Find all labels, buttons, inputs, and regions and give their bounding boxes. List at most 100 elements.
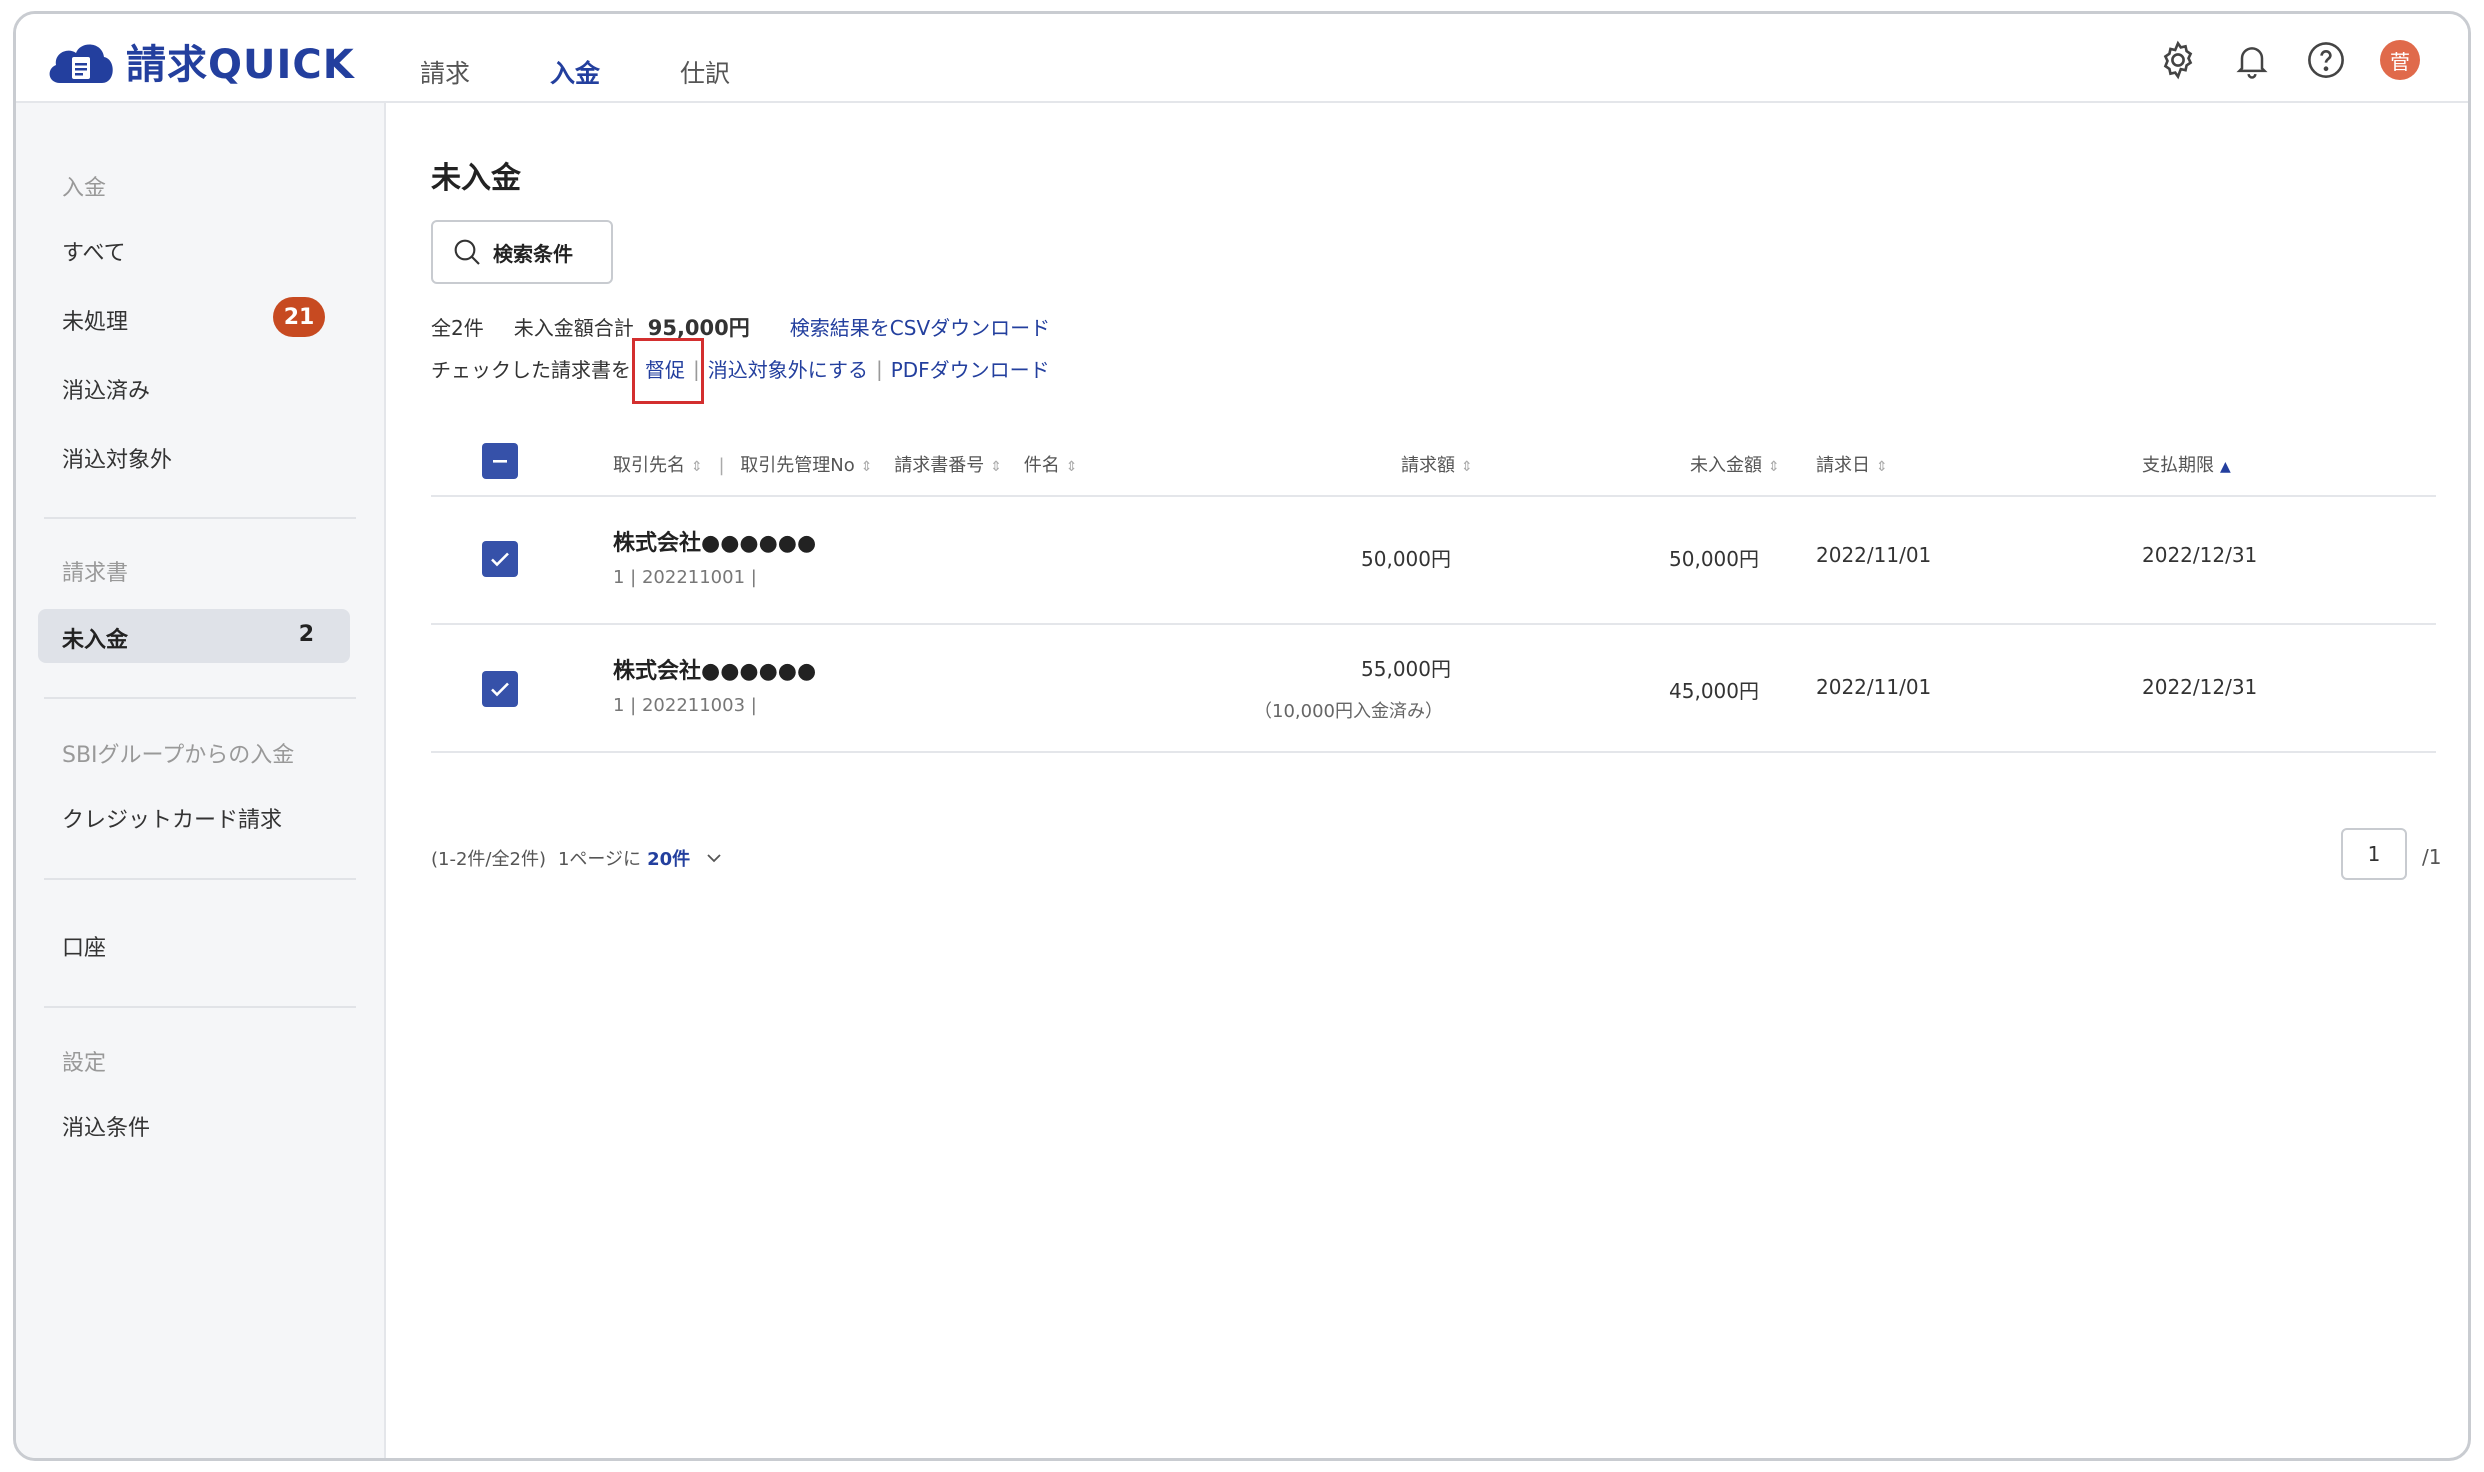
column-header-client-no[interactable]: 取引先管理No [740, 455, 854, 476]
invoice-amount: 50,000円 [1361, 547, 1451, 571]
row-checkbox[interactable] [482, 541, 518, 577]
nav-tab-payment[interactable]: 入金 [550, 54, 600, 100]
sidebar-divider [44, 697, 356, 699]
search-conditions-button[interactable]: 検索条件 [431, 220, 613, 284]
page-number-input[interactable]: 1 [2341, 828, 2407, 880]
main-content: 未入金 検索条件 全2件 未入金額合計 95,000円 検索結果をCSVダウンロ… [386, 103, 2468, 1458]
sort-icon[interactable]: ⇕ [1066, 459, 1078, 475]
search-conditions-label: 検索条件 [493, 241, 573, 266]
column-header-date[interactable]: 請求日 [1816, 455, 1870, 476]
gear-icon [2163, 40, 2193, 80]
sort-icon[interactable]: ⇕ [990, 459, 1002, 475]
table-row[interactable]: 株式会社●●●●●● 1 | 202211001 | 50,000円 50,00… [431, 497, 2436, 625]
per-page-select[interactable]: 20件 [647, 845, 690, 871]
sort-asc-icon[interactable]: ▲ [2220, 459, 2231, 475]
column-header-amount-wrap: 請求額 ⇕ [1401, 451, 1473, 477]
sidebar-item-excluded[interactable]: 消込対象外 [62, 442, 172, 474]
sidebar-item-unpaid-count: 2 [298, 622, 314, 647]
invoice-date: 2022/11/01 [1816, 675, 1932, 699]
invoice-date: 2022/11/01 [1816, 543, 1932, 567]
sidebar-item-account[interactable]: 口座 [62, 930, 106, 962]
column-header-unpaid-wrap: 未入金額 ⇕ [1690, 451, 1780, 477]
sidebar-item-all[interactable]: すべて [62, 235, 126, 267]
sidebar-section-settings: 設定 [62, 1051, 107, 1076]
due-date: 2022/12/31 [2142, 675, 2258, 699]
select-all-checkbox[interactable] [482, 443, 518, 479]
nav-tab-journal[interactable]: 仕訳 [680, 54, 730, 100]
csv-download-link[interactable]: 検索結果をCSVダウンロード [790, 312, 1050, 341]
notification-button[interactable] [2226, 34, 2278, 86]
sort-icon[interactable]: ⇕ [691, 459, 703, 475]
sort-icon[interactable]: ⇕ [861, 459, 873, 475]
bell-icon [2236, 47, 2268, 79]
sidebar-section-invoice: 請求書 [62, 561, 129, 586]
settings-button[interactable] [2152, 34, 2204, 86]
action-separator: | [875, 356, 883, 381]
user-menu-button[interactable]: 菅 [2374, 34, 2426, 86]
sidebar-item-unpaid-label: 未入金 [62, 628, 129, 653]
sidebar-item-unprocessed[interactable]: 未処理 [62, 304, 128, 336]
check-icon [491, 552, 509, 567]
avatar: 菅 [2380, 40, 2420, 80]
column-header-client[interactable]: 取引先名 [613, 455, 685, 476]
column-header-group: 取引先名 ⇕ | 取引先管理No ⇕ 請求書番号 ⇕ 件名 ⇕ [613, 451, 1077, 477]
page-title: 未入金 [431, 161, 521, 196]
top-nav: 請求 入金 仕訳 [420, 54, 810, 100]
paid-note: （10,000円入金済み） [1254, 701, 1443, 722]
help-button[interactable] [2300, 34, 2352, 86]
row-checkbox[interactable] [482, 671, 518, 707]
client-name[interactable]: 株式会社●●●●●● [613, 525, 816, 557]
pdf-download-link[interactable]: PDFダウンロード [891, 354, 1050, 383]
sidebar-divider [44, 517, 356, 519]
header-separator: | [718, 455, 725, 476]
app-logo[interactable]: 請求QUICK [44, 32, 355, 90]
nav-tab-invoice[interactable]: 請求 [420, 54, 470, 100]
summary-line: 全2件 未入金額合計 95,000円 検索結果をCSVダウンロード [431, 312, 1050, 342]
column-header-amount[interactable]: 請求額 [1401, 455, 1455, 476]
unpaid-amount: 45,000円 [1669, 679, 1759, 703]
search-icon [454, 239, 480, 265]
app-name: 請求QUICK [126, 42, 355, 88]
unprocessed-count-badge: 21 [273, 297, 325, 337]
chevron-down-icon[interactable] [704, 848, 724, 868]
sidebar-section-payment: 入金 [62, 176, 107, 201]
column-header-subject[interactable]: 件名 [1024, 455, 1060, 476]
sidebar-section-sbi: SBIグループからの入金 [62, 743, 295, 768]
sidebar-divider [44, 878, 356, 880]
sidebar-item-credit-card[interactable]: クレジットカード請求 [62, 802, 282, 834]
header-icons: 菅 [2130, 34, 2426, 86]
sidebar-item-unpaid[interactable]: 未入金 2 [38, 609, 350, 663]
column-header-invoice-no[interactable]: 請求書番号 [894, 455, 984, 476]
unpaid-amount: 50,000円 [1669, 547, 1759, 571]
pagination-info: (1-2件/全2件) 1ページに 20件 [431, 845, 724, 871]
per-page-label: 1ページに [557, 849, 642, 870]
sidebar-divider [44, 1006, 356, 1008]
cloud-document-icon [49, 44, 113, 83]
bulk-actions: チェックした請求書を 督促 | 消込対象外にする | PDFダウンロード [431, 338, 1050, 404]
sort-icon[interactable]: ⇕ [1461, 459, 1473, 475]
result-range: (1-2件/全2件) [431, 849, 546, 870]
sort-icon[interactable]: ⇕ [1768, 459, 1780, 475]
column-header-unpaid[interactable]: 未入金額 [1690, 455, 1762, 476]
sidebar-item-reconciled[interactable]: 消込済み [62, 373, 150, 405]
sort-icon[interactable]: ⇕ [1876, 459, 1888, 475]
table-header: 取引先名 ⇕ | 取引先管理No ⇕ 請求書番号 ⇕ 件名 ⇕ 請求額 ⇕ 未入金額 ⇕ 請… [431, 425, 2436, 497]
minus-icon [493, 460, 507, 463]
column-header-due[interactable]: 支払期限 [2142, 455, 2214, 476]
invoice-amount: 55,000円 [1361, 657, 1451, 681]
help-icon [2308, 42, 2344, 78]
app-window: 請求QUICK 請求 入金 仕訳 菅 入金 すべて 未処理 21 消込済み 消込… [13, 11, 2471, 1461]
exclude-link[interactable]: 消込対象外にする [708, 354, 868, 383]
client-name[interactable]: 株式会社●●●●●● [613, 653, 816, 685]
highlight-box [632, 338, 704, 404]
table-row[interactable]: 株式会社●●●●●● 1 | 202211003 | 55,000円 （10,0… [431, 625, 2436, 753]
client-meta: 1 | 202211001 | [613, 567, 757, 588]
sidebar-item-reconcile-conditions[interactable]: 消込条件 [62, 1110, 150, 1142]
due-date: 2022/12/31 [2142, 543, 2258, 567]
column-header-due-wrap: 支払期限 ▲ [2142, 451, 2231, 477]
total-count: 全2件 [431, 316, 484, 340]
remind-action[interactable]: 督促 [632, 338, 704, 404]
top-header: 請求QUICK 請求 入金 仕訳 菅 [16, 14, 2468, 103]
column-header-date-wrap: 請求日 ⇕ [1816, 451, 1888, 477]
page-total: /1 [2422, 845, 2442, 869]
